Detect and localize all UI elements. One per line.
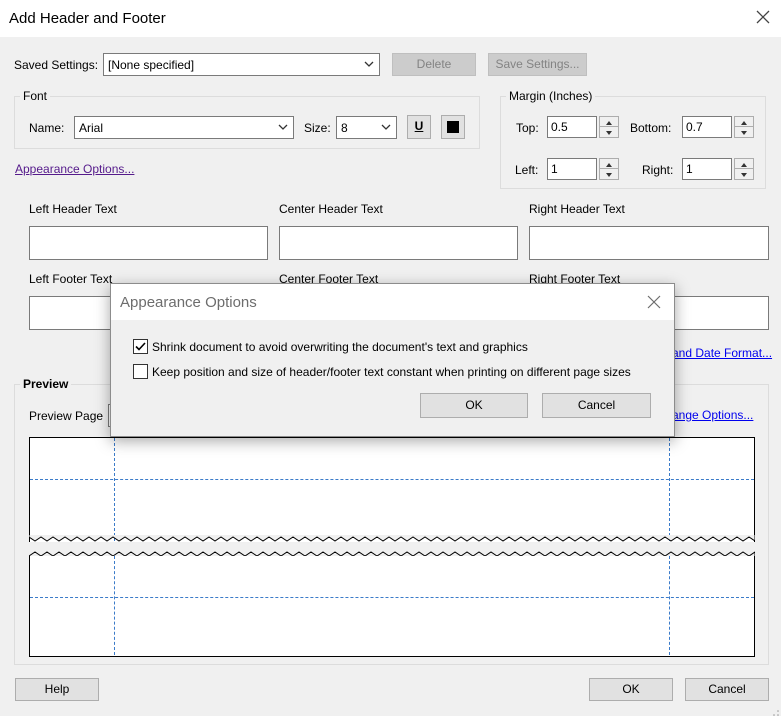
spin-up-icon[interactable] bbox=[600, 159, 618, 169]
left-footer-label: Left Footer Text bbox=[29, 272, 113, 286]
cancel-button[interactable]: Cancel bbox=[685, 678, 769, 701]
margin-right-value: 1 bbox=[686, 162, 693, 176]
margin-bottom-input[interactable]: 0.7 bbox=[682, 116, 732, 138]
margin-left-value: 1 bbox=[551, 162, 558, 176]
dialog-title: Appearance Options bbox=[120, 294, 257, 311]
spin-down-icon[interactable] bbox=[735, 127, 753, 137]
margin-bottom-spinner[interactable] bbox=[734, 116, 754, 138]
shrink-document-checkbox[interactable] bbox=[133, 339, 148, 354]
left-margin-guide bbox=[114, 556, 115, 655]
page-number-date-format-link[interactable]: and Date Format... bbox=[672, 346, 772, 360]
close-icon[interactable] bbox=[756, 9, 770, 27]
spin-up-icon[interactable] bbox=[735, 159, 753, 169]
margin-top-label: Top: bbox=[516, 121, 539, 135]
margin-bottom-value: 0.7 bbox=[686, 120, 703, 134]
underline-button[interactable]: U bbox=[407, 115, 431, 139]
spin-up-icon[interactable] bbox=[600, 117, 618, 127]
chevron-down-icon bbox=[379, 120, 393, 134]
font-group-title: Font bbox=[20, 89, 51, 103]
spin-up-icon[interactable] bbox=[735, 117, 753, 127]
help-button[interactable]: Help bbox=[15, 678, 99, 701]
font-name-label: Name: bbox=[29, 121, 65, 135]
dialog-cancel-button[interactable]: Cancel bbox=[542, 393, 651, 418]
chevron-down-icon bbox=[276, 120, 290, 134]
margin-bottom-label: Bottom: bbox=[630, 121, 672, 135]
keep-position-checkbox[interactable] bbox=[133, 364, 148, 379]
preview-footer-page bbox=[29, 556, 755, 657]
left-margin-guide bbox=[114, 438, 115, 541]
right-header-label: Right Header Text bbox=[529, 202, 625, 216]
left-header-input[interactable] bbox=[29, 226, 268, 260]
margin-group-title: Margin (Inches) bbox=[506, 89, 596, 103]
font-name-select[interactable]: Arial bbox=[74, 116, 294, 139]
font-size-value: 8 bbox=[341, 121, 348, 135]
margin-left-label: Left: bbox=[515, 163, 539, 177]
ok-button[interactable]: OK bbox=[589, 678, 673, 701]
spin-down-icon[interactable] bbox=[735, 169, 753, 179]
torn-edge-bottom bbox=[29, 535, 755, 542]
page-range-options-link[interactable]: ange Options... bbox=[672, 408, 753, 422]
shrink-document-label: Shrink document to avoid overwriting the… bbox=[152, 340, 528, 354]
font-size-label: Size: bbox=[304, 121, 331, 135]
font-color-button[interactable] bbox=[441, 115, 465, 139]
close-icon[interactable] bbox=[647, 295, 661, 312]
margin-right-input[interactable]: 1 bbox=[682, 158, 732, 180]
font-size-select[interactable]: 8 bbox=[336, 116, 397, 139]
window-title: Add Header and Footer bbox=[9, 10, 166, 27]
header-margin-guide bbox=[30, 479, 754, 480]
font-name-value: Arial bbox=[79, 121, 104, 135]
preview-page-label: Preview Page bbox=[29, 409, 104, 423]
left-header-label: Left Header Text bbox=[29, 202, 117, 216]
checkmark-icon bbox=[135, 342, 146, 351]
save-settings-button[interactable]: Save Settings... bbox=[488, 53, 587, 76]
margin-right-label: Right: bbox=[642, 163, 674, 177]
margin-top-input[interactable]: 0.5 bbox=[547, 116, 597, 138]
margin-left-input[interactable]: 1 bbox=[547, 158, 597, 180]
chevron-down-icon bbox=[362, 57, 376, 71]
dialog-ok-button[interactable]: OK bbox=[420, 393, 528, 418]
resize-grip-icon[interactable] bbox=[772, 706, 780, 716]
keep-position-label: Keep position and size of header/footer … bbox=[152, 365, 631, 379]
delete-button[interactable]: Delete bbox=[392, 53, 476, 76]
spin-down-icon[interactable] bbox=[600, 169, 618, 179]
margin-top-spinner[interactable] bbox=[599, 116, 619, 138]
spin-down-icon[interactable] bbox=[600, 127, 618, 137]
saved-settings-label: Saved Settings: bbox=[14, 58, 99, 72]
right-header-input[interactable] bbox=[529, 226, 769, 260]
footer-margin-guide bbox=[30, 597, 754, 598]
appearance-options-dialog: Appearance Options Shrink document to av… bbox=[110, 283, 675, 437]
margin-left-spinner[interactable] bbox=[599, 158, 619, 180]
preview-header-page bbox=[29, 437, 755, 542]
appearance-options-link[interactable]: Appearance Options... bbox=[15, 162, 134, 176]
margin-right-spinner[interactable] bbox=[734, 158, 754, 180]
color-swatch-icon bbox=[447, 121, 459, 133]
center-header-label: Center Header Text bbox=[279, 202, 383, 216]
right-margin-guide bbox=[669, 556, 670, 655]
center-header-input[interactable] bbox=[279, 226, 518, 260]
margin-top-value: 0.5 bbox=[551, 120, 568, 134]
right-margin-guide bbox=[669, 438, 670, 541]
preview-group-title: Preview bbox=[20, 377, 72, 391]
saved-settings-select[interactable]: [None specified] bbox=[103, 53, 380, 76]
saved-settings-value: [None specified] bbox=[108, 58, 195, 72]
